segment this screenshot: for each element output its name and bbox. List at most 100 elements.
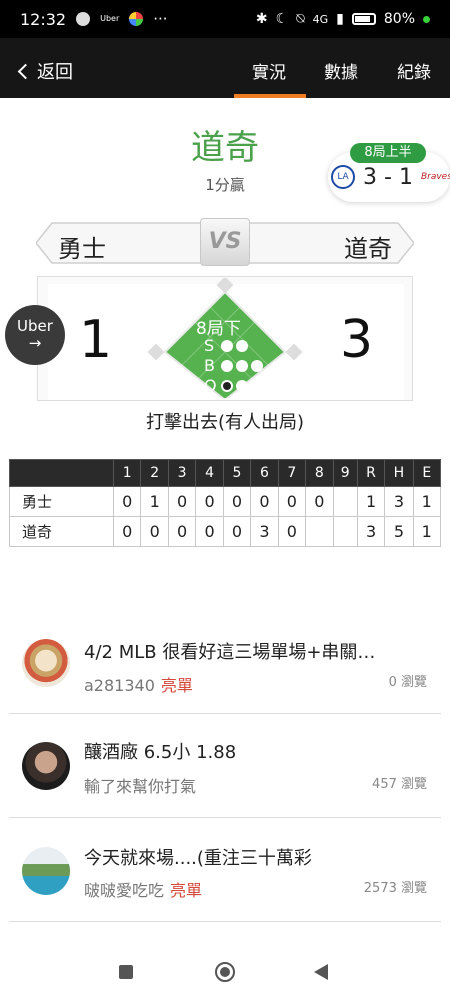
arrow-right-icon: → (28, 334, 42, 352)
header-cell: E (412, 459, 442, 487)
post-views: 0 瀏覽 (388, 675, 427, 690)
back-nav-button[interactable] (314, 964, 328, 980)
strike-label: S (204, 336, 215, 355)
post-tag: 亮單 (170, 881, 203, 900)
battery-level: 80% (383, 11, 415, 27)
strike-count: S (204, 336, 248, 355)
box-score-row: 勇士 0 1 0 0 0 0 0 0 1 3 1 (9, 486, 442, 517)
recent-apps-button[interactable] (119, 965, 133, 979)
header-cell: 2 (140, 459, 169, 487)
post-author: 輸了來幫你打氣 (84, 773, 196, 797)
inning-cell: 3 (250, 516, 279, 547)
mute-bell-icon: ⍉ (296, 11, 305, 27)
header-cell: 5 (222, 459, 252, 487)
team-cell: 勇士 (9, 486, 114, 517)
tab-records[interactable]: 紀錄 (397, 58, 431, 83)
privacy-dot-icon (423, 15, 430, 23)
errors-cell: 1 (412, 516, 442, 547)
second-base-icon (216, 278, 234, 294)
author-name[interactable]: 啵啵愛吃吃 (84, 881, 164, 900)
back-button[interactable]: 返回 (17, 58, 73, 84)
post-author: a281340 亮單 (84, 672, 193, 696)
tab-live[interactable]: 實況 (252, 58, 286, 83)
score-right: 3 (340, 310, 374, 370)
ball-dot (236, 359, 248, 372)
ball-dot (221, 359, 233, 372)
ball-dot (251, 359, 263, 372)
post-tag: 亮單 (160, 676, 193, 695)
avatar[interactable] (22, 742, 70, 790)
bluetooth-icon: ✱ (255, 11, 268, 27)
more-notifications-icon: ··· (153, 10, 168, 28)
out-dot (236, 379, 248, 392)
out-count: O (204, 376, 263, 395)
inning-cell: 0 (305, 486, 334, 517)
inning-cell: 0 (222, 516, 252, 547)
inning-cell: 0 (167, 516, 197, 547)
avatar[interactable] (22, 847, 70, 895)
post-views: 457 瀏覽 (372, 777, 427, 792)
post-title[interactable]: 今天就來場....(重注三十萬彩 (84, 844, 429, 870)
box-score-row: 道奇 0 0 0 0 0 3 0 3 5 1 (9, 516, 442, 547)
ball-count: B (204, 356, 263, 375)
inning-cell: 1 (140, 486, 169, 517)
inning-cell: 0 (277, 516, 307, 547)
chevron-left-icon (17, 63, 34, 79)
hits-cell: 3 (384, 486, 414, 517)
back-label: 返回 (37, 62, 73, 83)
home-button[interactable] (215, 962, 235, 982)
play-result-text: 打擊出去(有人出局) (37, 400, 413, 444)
team-right-name: 道奇 (344, 235, 392, 263)
header-cell: 3 (167, 459, 197, 487)
score-left: 1 (79, 310, 113, 370)
app-notification-icon (76, 12, 91, 26)
post-title[interactable]: 4/2 MLB 很看好這三場單場+串關… (84, 638, 429, 664)
runs-cell: 1 (356, 486, 386, 517)
network-label: 4G (312, 12, 329, 26)
post-item[interactable]: 釀酒廠 6.5小 1.88 輸了來幫你打氣 457 瀏覽 (9, 714, 441, 818)
box-score-table: 1 2 3 4 5 6 7 8 9 R H E 勇士 0 1 0 0 0 0 0… (9, 459, 442, 547)
top-nav-bar: 返回 實況 數據 紀錄 (0, 38, 450, 98)
strike-dot (236, 339, 248, 352)
mini-inning-badge: 8局上半 (350, 143, 426, 163)
system-nav-bar (0, 950, 450, 1000)
out-label: O (204, 376, 217, 395)
avatar[interactable] (22, 639, 70, 687)
inning-cell: 0 (140, 516, 169, 547)
dodgers-logo-icon: LA (331, 165, 356, 189)
header-cell: 9 (332, 459, 358, 487)
author-name[interactable]: 輸了來幫你打氣 (84, 777, 196, 796)
out-dot-filled (221, 379, 233, 392)
hits-cell: 5 (384, 516, 414, 547)
header-cell: 7 (277, 459, 307, 487)
first-base-icon (285, 343, 303, 361)
photos-notification-icon (129, 12, 144, 26)
mini-score-text: 3 - 1 (363, 164, 413, 190)
post-title[interactable]: 釀酒廠 6.5小 1.88 (84, 738, 429, 764)
inning-cell (332, 516, 358, 547)
out-dot (251, 379, 263, 392)
third-base-icon (147, 343, 165, 361)
ball-label: B (204, 356, 215, 375)
errors-cell: 1 (412, 486, 442, 517)
runs-cell: 3 (356, 516, 386, 547)
tab-stats[interactable]: 數據 (324, 58, 358, 83)
team-left-name: 勇士 (58, 235, 106, 263)
active-tab-indicator (234, 94, 306, 98)
header-cell: H (384, 459, 414, 487)
box-score-header-row: 1 2 3 4 5 6 7 8 9 R H E (9, 459, 442, 487)
inning-cell: 0 (277, 486, 307, 517)
post-item[interactable]: 4/2 MLB 很看好這三場單場+串關… a281340 亮單 0 瀏覽 (9, 612, 441, 714)
author-name[interactable]: a281340 (84, 676, 155, 695)
inning-cell (332, 486, 358, 517)
inning-cell (305, 516, 334, 547)
inning-cell: 0 (195, 486, 224, 517)
header-cell: 8 (305, 459, 334, 487)
post-item[interactable]: 今天就來場....(重注三十萬彩 啵啵愛吃吃 亮單 2573 瀏覽 (9, 818, 441, 922)
header-cell: 6 (250, 459, 279, 487)
uber-ad-bubble[interactable]: Uber → (5, 305, 65, 365)
dnd-moon-icon: ☾ (275, 11, 289, 27)
post-views: 2573 瀏覽 (363, 881, 427, 896)
status-time: 12:32 (20, 9, 67, 29)
vs-badge: VS (200, 218, 250, 266)
